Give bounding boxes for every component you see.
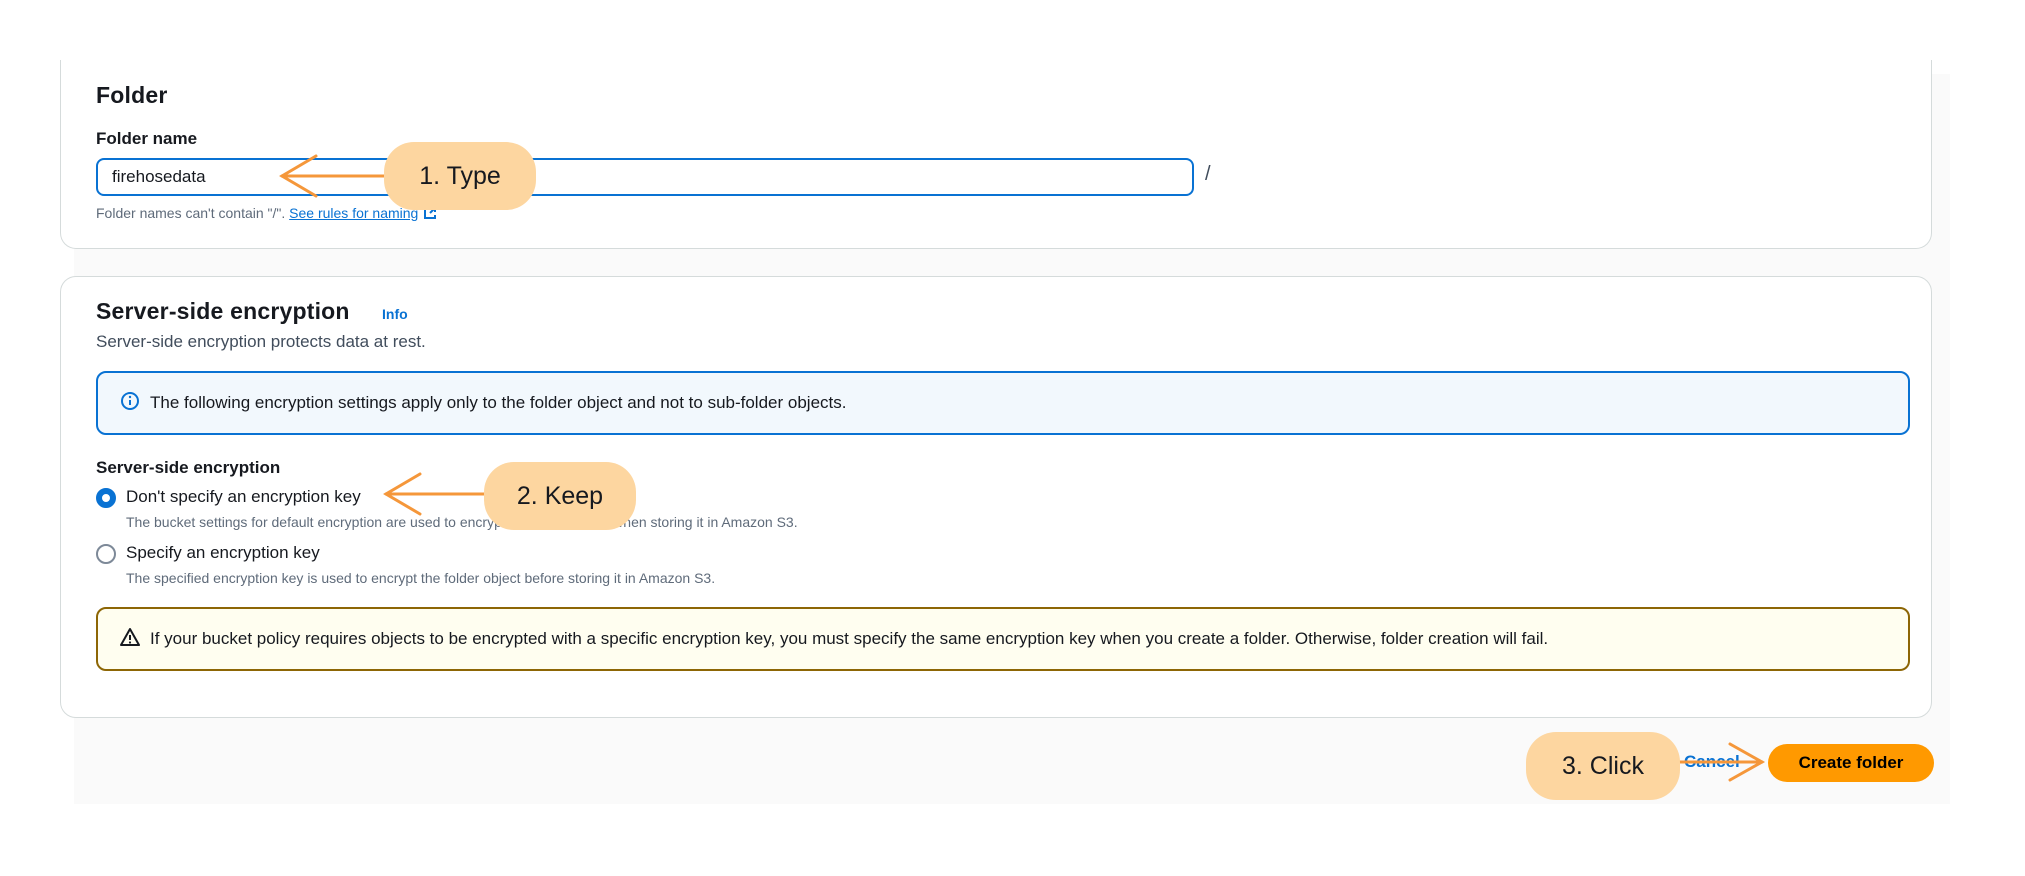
callout-step1: 1. Type	[384, 142, 536, 210]
arrow-step2	[383, 472, 488, 516]
arrow-step3	[1674, 742, 1766, 782]
callout-step2: 2. Keep	[484, 462, 636, 530]
arrow-step1	[279, 154, 390, 198]
annotation-arrows	[279, 154, 1766, 782]
callout-step3: 3. Click	[1526, 732, 1680, 800]
